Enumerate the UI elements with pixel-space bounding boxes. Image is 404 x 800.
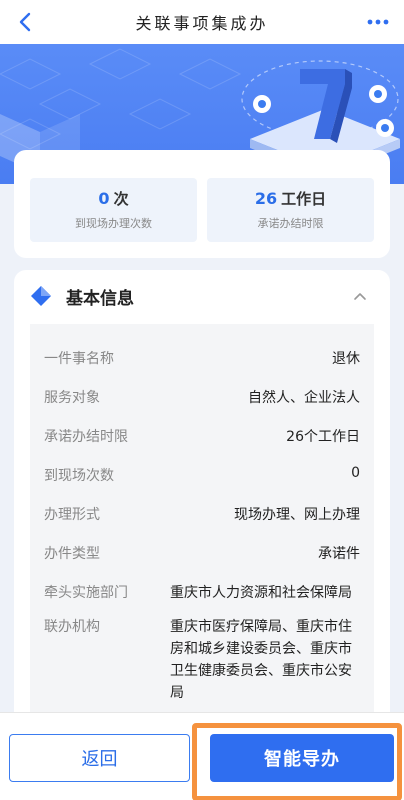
more-button[interactable] bbox=[362, 6, 394, 38]
bottom-action-bar: 返回 智能导办 bbox=[0, 712, 404, 800]
stat-time-limit: 26 工作日 承诺办结时限 bbox=[207, 178, 374, 242]
info-value: 26个工作日 bbox=[286, 429, 360, 445]
diamond-icon bbox=[31, 286, 51, 306]
smart-guide-button[interactable]: 智能导办 bbox=[210, 734, 394, 782]
more-horizontal-icon bbox=[367, 19, 389, 25]
stat-label: 到现场办理次数 bbox=[75, 217, 152, 230]
info-row: 承诺办结时限 26个工作日 bbox=[44, 426, 360, 446]
info-label: 承诺办结时限 bbox=[44, 429, 128, 445]
info-row: 到现场次数 0 bbox=[44, 465, 360, 485]
return-button[interactable]: 返回 bbox=[9, 734, 190, 782]
basic-info-header[interactable]: 基本信息 bbox=[14, 270, 390, 322]
info-label: 服务对象 bbox=[44, 390, 100, 406]
info-row: 服务对象 自然人、企业法人 bbox=[44, 387, 360, 407]
chevron-up-icon[interactable] bbox=[352, 288, 368, 304]
chevron-left-icon bbox=[19, 12, 31, 32]
info-label: 办件类型 bbox=[44, 546, 100, 562]
stat-unit: 工作日 bbox=[281, 190, 327, 208]
info-value: 0 bbox=[351, 465, 360, 481]
info-row: 办件类型 承诺件 bbox=[44, 543, 360, 563]
info-value: 现场办理、网上办理 bbox=[234, 507, 360, 523]
info-value: 重庆市医疗保障局、重庆市住房和城乡建设委员会、重庆市卫生健康委员会、重庆市公安局 bbox=[170, 619, 352, 701]
info-row: 办理形式 现场办理、网上办理 bbox=[44, 504, 360, 524]
info-label: 一件事名称 bbox=[44, 351, 114, 367]
info-row: 牵头实施部门 重庆市人力资源和社会保障局 bbox=[44, 582, 360, 604]
stats-card: 0次 到现场办理次数 26 工作日 承诺办结时限 bbox=[14, 150, 390, 258]
info-label: 办理形式 bbox=[44, 507, 100, 523]
back-nav-button[interactable] bbox=[8, 6, 42, 38]
info-value: 承诺件 bbox=[318, 546, 360, 562]
basic-info-card: 基本信息 一件事名称 退休 服务对象 自然人、企业法人 承诺办结时限 26个工作… bbox=[14, 270, 390, 730]
info-value: 重庆市人力资源和社会保障局 bbox=[170, 585, 352, 601]
stat-unit: 次 bbox=[113, 190, 129, 208]
section-title: 基本信息 bbox=[66, 288, 134, 309]
info-label: 联办机构 bbox=[44, 619, 100, 635]
info-label: 牵头实施部门 bbox=[44, 585, 128, 601]
stat-number: 0 bbox=[98, 189, 110, 208]
page-title: 关联事项集成办 bbox=[135, 14, 269, 33]
info-row: 联办机构 重庆市医疗保障局、重庆市住房和城乡建设委员会、重庆市卫生健康委员会、重… bbox=[44, 616, 360, 704]
nav-bar: 关联事项集成办 bbox=[0, 0, 404, 44]
stat-number: 26 bbox=[254, 189, 278, 208]
info-list: 一件事名称 退休 服务对象 自然人、企业法人 承诺办结时限 26个工作日 到现场… bbox=[30, 324, 374, 730]
info-value: 自然人、企业法人 bbox=[248, 390, 360, 406]
info-value: 退休 bbox=[332, 351, 360, 367]
info-row: 一件事名称 退休 bbox=[44, 348, 360, 368]
info-label: 到现场次数 bbox=[44, 468, 114, 484]
stat-visit-count: 0次 到现场办理次数 bbox=[30, 178, 197, 242]
stat-label: 承诺办结时限 bbox=[257, 217, 324, 230]
